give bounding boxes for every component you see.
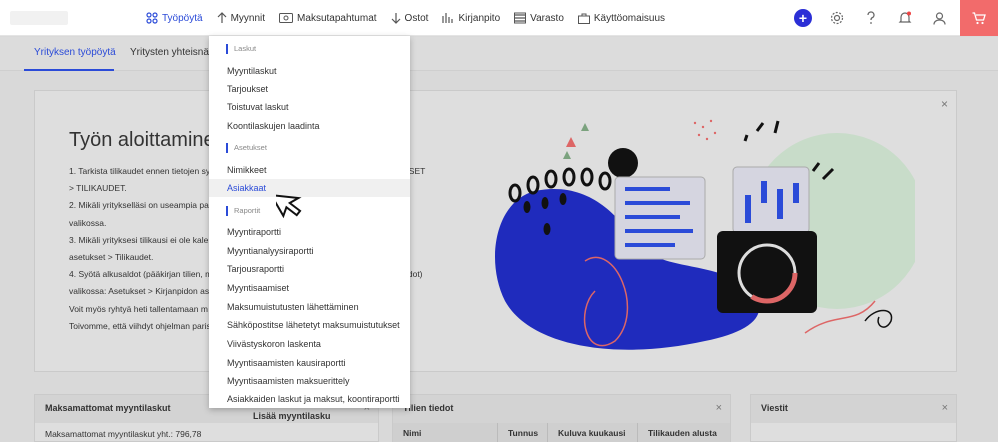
bell-icon [898, 11, 912, 23]
nav-bookkeeping-label: Kirjanpito [458, 12, 501, 24]
chart-bars-icon [442, 13, 454, 23]
help-button[interactable] [854, 0, 888, 36]
plus-icon: + [794, 9, 812, 27]
menu-item-quote-report[interactable]: Tarjousraportti [209, 260, 410, 278]
briefcase-icon [577, 13, 590, 24]
menu-item-sales-invoices[interactable]: Myyntilaskut [209, 62, 410, 80]
menu-item-send-reminders[interactable]: Maksumuistutusten lähettäminen [209, 298, 410, 316]
cart-icon [972, 11, 986, 24]
menu-item-receivables-period-report[interactable]: Myyntisaamisten kausiraportti [209, 354, 410, 372]
settings-button[interactable] [820, 0, 854, 36]
welcome-illustration [495, 119, 915, 350]
nav-fixed-assets-label: Käyttöomaisuus [593, 12, 666, 24]
messages-title: Viestit [751, 395, 956, 423]
column-header[interactable]: Nimi [393, 423, 498, 442]
close-icon[interactable]: × [942, 402, 948, 414]
accounts-card: Tilien tiedot × Nimi Tunnus Kuluva kuuka… [392, 394, 731, 442]
mouse-cursor-icon [276, 193, 302, 219]
nav-warehouse-label: Varasto [530, 12, 564, 24]
accounts-title: Tilien tiedot [393, 395, 730, 423]
dashboard-icon [146, 12, 158, 24]
close-icon[interactable]: × [716, 402, 722, 414]
column-header[interactable]: Tilikauden alusta [638, 423, 730, 442]
active-tab-indicator [24, 69, 114, 71]
nav-fixed-assets[interactable]: Käyttöomaisuus [577, 0, 666, 36]
column-header[interactable]: Tunnus [498, 423, 548, 442]
profile-button[interactable] [922, 0, 956, 36]
menu-item-sales-analysis-report[interactable]: Myyntianalyysiraportti [209, 242, 410, 260]
menu-item-emailed-reminders[interactable]: Sähköpostitse lähetetyt maksumuistutukse… [209, 316, 410, 334]
tab-company-dashboard[interactable]: Yrityksen työpöytä [34, 47, 116, 58]
nav-dashboard[interactable]: Työpöytä [146, 0, 203, 36]
arrow-down-icon [391, 13, 400, 24]
bank-icon [279, 13, 294, 23]
menu-item-late-interest[interactable]: Viivästyskoron laskenta [209, 335, 410, 353]
top-right-actions: + [786, 0, 998, 36]
user-icon [932, 11, 946, 25]
nav-purchases[interactable]: Ostot [391, 0, 429, 36]
nav-sales[interactable]: Myynnit [217, 0, 265, 36]
menu-item-receivables-payment-breakdown[interactable]: Myyntisaamisten maksuerittely [209, 372, 410, 390]
dashboard-tabs: Yrityksen työpöytä Yritysten yhteisnäkym [0, 37, 998, 71]
question-icon [867, 11, 875, 24]
menu-group-invoices: Laskut [226, 44, 256, 54]
nav-dashboard-label: Työpöytä [162, 12, 203, 24]
nav-warehouse[interactable]: Varasto [514, 0, 564, 36]
add-sales-invoice-link[interactable]: Lisää myyntilasku [253, 411, 331, 421]
top-navigation-bar: Työpöytä Myynnit Maksutapahtumat Ostot K… [0, 0, 998, 36]
accounts-table-header: Nimi Tunnus Kuluva kuukausi Tilikauden a… [393, 423, 730, 442]
nav-purchases-label: Ostot [404, 12, 429, 24]
gear-icon [830, 11, 844, 25]
notifications-button[interactable] [888, 0, 922, 36]
menu-item-products[interactable]: Nimikkeet [209, 161, 410, 179]
unpaid-invoices-summary: Maksamattomat myyntilaskut yht.: 796,78 [45, 429, 202, 439]
add-button[interactable]: + [786, 0, 820, 36]
menu-item-sales-report[interactable]: Myyntiraportti [209, 223, 410, 241]
nav-payments[interactable]: Maksutapahtumat [279, 0, 377, 36]
nav-sales-label: Myynnit [230, 12, 266, 24]
menu-item-customer-invoices-summary[interactable]: Asiakkaiden laskut ja maksut, koontirapo… [209, 390, 410, 408]
cart-button[interactable] [960, 0, 998, 36]
company-logo[interactable] [10, 11, 68, 25]
menu-item-quotes[interactable]: Tarjoukset [209, 80, 410, 98]
warehouse-icon [514, 12, 527, 24]
menu-item-recurring-invoices[interactable]: Toistuvat laskut [209, 98, 410, 116]
menu-item-collective-invoices[interactable]: Koontilaskujen laadinta [209, 117, 410, 135]
main-nav: Työpöytä Myynnit Maksutapahtumat Ostot K… [146, 0, 679, 36]
getting-started-title: Työn aloittamine [69, 129, 215, 151]
nav-bookkeeping[interactable]: Kirjanpito [442, 0, 500, 36]
getting-started-panel: × Työn aloittamine 1. Tarkista tilikaude… [34, 90, 957, 372]
close-icon[interactable]: × [941, 97, 948, 111]
menu-group-settings: Asetukset [226, 143, 267, 153]
messages-card: Viestit × [750, 394, 957, 442]
menu-group-reports: Raportit [226, 206, 260, 216]
arrow-up-icon [217, 12, 227, 23]
nav-payments-label: Maksutapahtumat [297, 12, 377, 24]
column-header[interactable]: Kuluva kuukausi [548, 423, 638, 442]
menu-item-receivables[interactable]: Myyntisaamiset [209, 279, 410, 297]
